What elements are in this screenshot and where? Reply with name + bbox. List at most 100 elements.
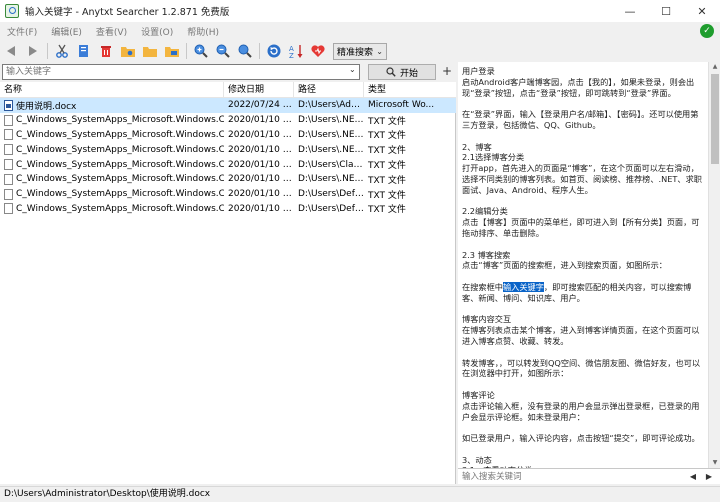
- menu-edit[interactable]: 编辑(E): [44, 25, 89, 38]
- text-file-icon: [4, 203, 13, 215]
- favorite-icon[interactable]: [307, 41, 329, 61]
- file-date: 2020/01/10 0...: [228, 144, 294, 155]
- file-name: C_Windows_SystemApps_Microsoft.Windows.C…: [16, 203, 224, 214]
- text-file-icon: [4, 188, 13, 200]
- menu-settings[interactable]: 设置(O): [134, 25, 180, 38]
- table-row[interactable]: C_Windows_SystemApps_Microsoft.Windows.C…: [0, 113, 456, 128]
- zoom-reset-icon[interactable]: [234, 41, 256, 61]
- table-row[interactable]: C_Windows_SystemApps_Microsoft.Windows.C…: [0, 128, 456, 143]
- close-button[interactable]: ✕: [684, 0, 720, 22]
- menu-view[interactable]: 查看(V): [89, 25, 134, 38]
- column-type[interactable]: 类型: [364, 82, 456, 97]
- menu-help[interactable]: 帮助(H): [180, 25, 226, 38]
- preview-text[interactable]: 用户登录 启动Android客户端博客园，点击【我的】，如果未登录，则会出现“登…: [462, 66, 702, 468]
- file-date: 2020/01/10 0...: [228, 115, 294, 126]
- back-icon[interactable]: [0, 41, 22, 61]
- scroll-up-icon[interactable]: ▲: [709, 62, 720, 72]
- search-input[interactable]: [2, 64, 360, 80]
- open-folder-icon[interactable]: [117, 41, 139, 61]
- file-path: D:\Users\.NET...: [298, 174, 364, 185]
- file-path: D:\Users\Defa...: [298, 203, 364, 214]
- maximize-button[interactable]: ☐: [648, 0, 684, 22]
- menu-bar: 文件(F) 编辑(E) 查看(V) 设置(O) 帮助(H) ✓: [0, 22, 720, 40]
- search-icon: [386, 67, 396, 77]
- cut-icon[interactable]: [51, 41, 73, 61]
- file-type: TXT 文件: [368, 175, 406, 186]
- file-name: C_Windows_SystemApps_Microsoft.Windows.C…: [16, 144, 224, 155]
- search-row: ⌄ 开始 +: [0, 62, 456, 82]
- sort-icon[interactable]: AZ: [285, 41, 307, 61]
- copy-icon[interactable]: [73, 41, 95, 61]
- table-row[interactable]: C_Windows_SystemApps_Microsoft.Windows.C…: [0, 172, 456, 187]
- file-name: C_Windows_SystemApps_Microsoft.Windows.C…: [16, 159, 224, 170]
- scroll-down-icon[interactable]: ▼: [709, 458, 720, 468]
- word-file-icon: [4, 99, 13, 111]
- svg-text:Z: Z: [289, 52, 294, 59]
- table-row[interactable]: C_Windows_SystemApps_Microsoft.Windows.C…: [0, 142, 456, 157]
- toolbar-divider: [186, 43, 187, 59]
- file-date: 2022/07/24 10...: [228, 100, 294, 111]
- column-date[interactable]: 修改日期: [224, 82, 294, 97]
- file-name: C_Windows_SystemApps_Microsoft.Windows.C…: [16, 129, 224, 140]
- file-date: 2020/01/10 0...: [228, 189, 294, 200]
- table-row[interactable]: 使用说明.docx 2022/07/24 10... D:\Users\Admi…: [0, 98, 456, 113]
- forward-icon[interactable]: [22, 41, 44, 61]
- start-search-button[interactable]: 开始: [368, 64, 436, 80]
- table-row[interactable]: C_Windows_SystemApps_Microsoft.Windows.C…: [0, 187, 456, 202]
- preview-scrollbar[interactable]: ▲ ▼: [708, 62, 720, 468]
- file-type: TXT 文件: [368, 161, 406, 172]
- zoom-out-icon[interactable]: [212, 41, 234, 61]
- scrollbar-thumb[interactable]: [711, 74, 719, 164]
- toolbar-divider: [259, 43, 260, 59]
- menu-file[interactable]: 文件(F): [0, 25, 44, 38]
- locate-icon[interactable]: [161, 41, 183, 61]
- text-file-icon: [4, 173, 13, 185]
- prev-match-button[interactable]: ◀: [686, 470, 700, 484]
- add-button[interactable]: +: [440, 64, 454, 80]
- file-type: TXT 文件: [368, 116, 406, 127]
- refresh-icon[interactable]: [263, 41, 285, 61]
- status-bar: D:\Users\Administrator\Desktop\使用说明.docx: [0, 486, 720, 502]
- preview-pane: 用户登录 启动Android客户端博客园，点击【我的】，如果未登录，则会出现“登…: [458, 62, 720, 484]
- app-icon: [5, 4, 19, 18]
- file-path: D:\Users\.NET...: [298, 115, 364, 126]
- file-type: TXT 文件: [368, 205, 406, 216]
- toolbar: AZ 精准搜索 ⌄: [0, 40, 720, 62]
- column-header: 名称 修改日期 路径 类型: [0, 82, 456, 98]
- column-path[interactable]: 路径: [294, 82, 364, 97]
- file-date: 2020/01/10 0...: [228, 159, 294, 170]
- file-date: 2020/01/10 0...: [228, 129, 294, 140]
- file-path: D:\Users\Defa...: [298, 189, 364, 200]
- preview-search-bar: 输入搜索关键词 ◀ ▶: [458, 468, 720, 484]
- window-title: 输入关键字 - Anytxt Searcher 1.2.871 免费版: [25, 7, 230, 18]
- start-label: 开始: [399, 68, 418, 79]
- window-controls: — ☐ ✕: [612, 0, 720, 22]
- preview-search-input[interactable]: 输入搜索关键词: [460, 471, 680, 483]
- file-type: TXT 文件: [368, 190, 406, 201]
- folder-icon[interactable]: [139, 41, 161, 61]
- zoom-in-icon[interactable]: [190, 41, 212, 61]
- file-type: Microsoft Wo...: [368, 100, 435, 111]
- file-name: C_Windows_SystemApps_Microsoft.Windows.C…: [16, 174, 224, 185]
- title-bar: 输入关键字 - Anytxt Searcher 1.2.871 免费版 — ☐ …: [0, 0, 720, 22]
- next-match-button[interactable]: ▶: [702, 470, 716, 484]
- file-name: 使用说明.docx: [16, 101, 77, 112]
- match-mode-select[interactable]: 精准搜索 ⌄: [333, 42, 387, 60]
- check-icon: ✓: [700, 24, 714, 38]
- file-name: C_Windows_SystemApps_Microsoft.Windows.C…: [16, 189, 224, 200]
- minimize-button[interactable]: —: [612, 0, 648, 22]
- column-name[interactable]: 名称: [0, 82, 224, 97]
- file-type: TXT 文件: [368, 131, 406, 142]
- preview-text-after: ，即可搜索匹配的相关内容，可以搜索博客、新闻、博问、知识库、用户。 博客内容交互…: [462, 281, 701, 468]
- delete-icon[interactable]: [95, 41, 117, 61]
- chevron-down-icon[interactable]: ⌄: [349, 65, 356, 74]
- chevron-down-icon: ⌄: [376, 46, 383, 56]
- file-path: D:\Users\.NET...: [298, 144, 364, 155]
- file-date: 2020/01/10 0...: [228, 174, 294, 185]
- table-row[interactable]: C_Windows_SystemApps_Microsoft.Windows.C…: [0, 202, 456, 217]
- preview-highlight: 输入关键字: [502, 281, 544, 292]
- results-list: 使用说明.docx 2022/07/24 10... D:\Users\Admi…: [0, 98, 456, 216]
- match-mode-value: 精准搜索: [337, 47, 374, 58]
- table-row[interactable]: C_Windows_SystemApps_Microsoft.Windows.C…: [0, 157, 456, 172]
- file-path: D:\Users\Clas...: [298, 159, 364, 170]
